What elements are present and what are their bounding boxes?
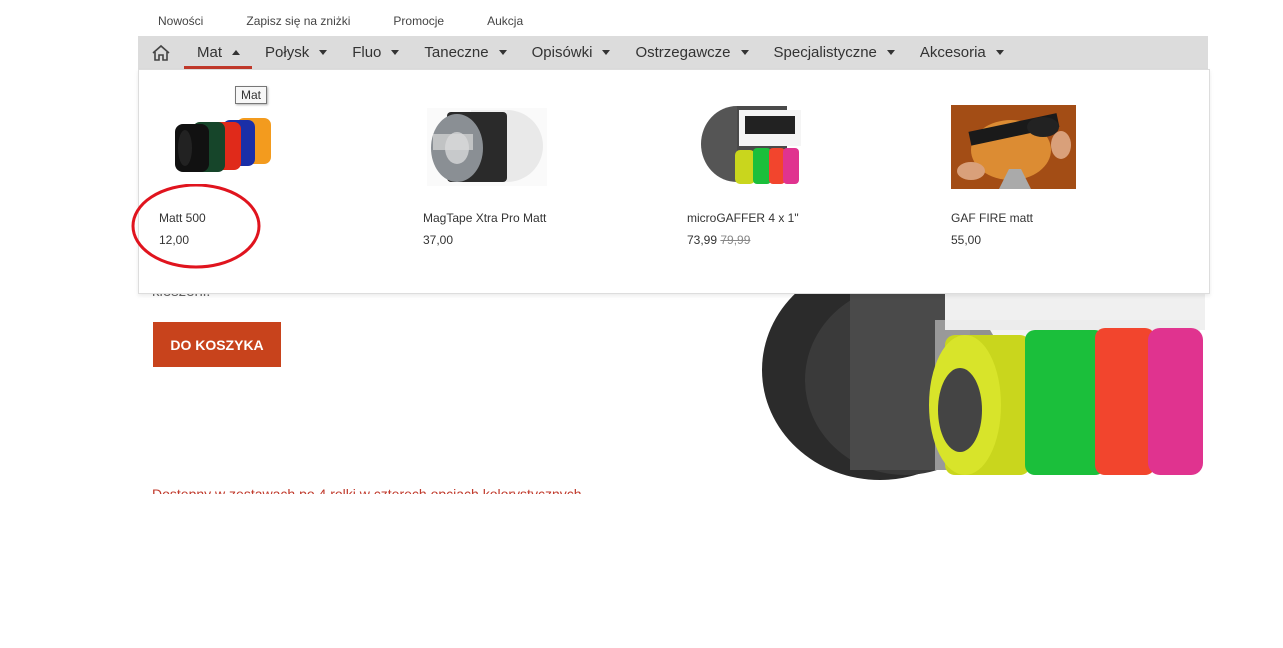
product-card-microgaffer[interactable]: microGAFFER 4 x 1" 73,99 79,99	[687, 70, 887, 270]
chevron-up-icon	[232, 50, 241, 55]
chevron-down-icon	[740, 50, 749, 55]
product-price: 37,00	[423, 233, 453, 247]
product-image	[951, 105, 1076, 189]
chevron-down-icon	[602, 50, 611, 55]
nav-label: Ostrzegawcze	[635, 44, 731, 61]
product-name[interactable]: GAF FIRE matt	[951, 211, 1033, 225]
price-value: 37,00	[423, 233, 454, 247]
main-nav: Mat Połysk Fluo Taneczne Opisówki Ostrze…	[138, 36, 1208, 69]
nav-label: Mat	[197, 44, 223, 61]
top-links: Nowości Zapisz się na zniżki Promocje Au…	[158, 14, 566, 28]
product-price: 55,00	[951, 233, 981, 247]
product-name[interactable]: MagTape Xtra Pro Matt	[423, 211, 546, 225]
chevron-down-icon	[886, 50, 895, 55]
nav-item-fluo[interactable]: Fluo	[339, 36, 411, 69]
nav-label: Taneczne	[424, 44, 489, 61]
availability-clip: Dostępny w zestawach po 4 rolki w cztere…	[152, 480, 652, 494]
toplink-nowosci[interactable]: Nowości	[158, 14, 203, 28]
product-image	[701, 106, 801, 184]
product-price: 73,99 79,99	[687, 233, 750, 247]
toplink-zapisz[interactable]: Zapisz się na zniżki	[246, 14, 350, 28]
nav-label: Specjalistyczne	[773, 44, 877, 61]
nav-item-ostrzegawcze[interactable]: Ostrzegawcze	[622, 36, 760, 69]
chevron-down-icon	[995, 50, 1004, 55]
toplink-promocje[interactable]: Promocje	[393, 14, 444, 28]
hero-product-image	[760, 270, 1210, 495]
product-card-magtape[interactable]: MagTape Xtra Pro Matt 37,00	[423, 70, 623, 270]
nav-item-mat[interactable]: Mat	[184, 36, 253, 69]
home-button[interactable]	[138, 36, 184, 69]
availability-text: Dostępny w zestawach po 4 rolki w cztere…	[152, 486, 586, 494]
nav-item-specjalistyczne[interactable]: Specjalistyczne	[761, 36, 907, 69]
nav-item-opisowki[interactable]: Opisówki	[519, 36, 623, 69]
nav-item-taneczne[interactable]: Taneczne	[411, 36, 518, 69]
product-card-gaf-fire[interactable]: GAF FIRE matt 55,00	[951, 70, 1151, 270]
home-icon	[152, 44, 170, 61]
nav-label: Opisówki	[531, 44, 593, 61]
price-value: 55,00	[951, 233, 982, 247]
toplink-aukcja[interactable]: Aukcja	[487, 14, 523, 28]
chevron-down-icon	[498, 50, 507, 55]
price-value: 73,99	[687, 233, 718, 247]
mat-dropdown-menu: Matt 500 12,00 MagTape Xtra Pro Matt 37,…	[138, 69, 1210, 294]
product-image	[427, 108, 547, 186]
nav-item-polysk[interactable]: Połysk	[252, 36, 339, 69]
chevron-down-icon	[391, 50, 400, 55]
nav-label: Połysk	[265, 44, 310, 61]
product-name[interactable]: microGAFFER 4 x 1"	[687, 211, 799, 225]
annotation-ellipse	[131, 184, 261, 269]
add-to-cart-button[interactable]: DO KOSZYKA	[153, 322, 281, 367]
nav-label: Akcesoria	[919, 44, 986, 61]
product-image	[175, 118, 271, 172]
old-price: 79,99	[720, 233, 751, 247]
nav-item-akcesoria[interactable]: Akcesoria	[907, 36, 1016, 69]
chevron-down-icon	[319, 50, 328, 55]
nav-label: Fluo	[352, 44, 382, 61]
mat-tooltip: Mat	[235, 86, 268, 104]
